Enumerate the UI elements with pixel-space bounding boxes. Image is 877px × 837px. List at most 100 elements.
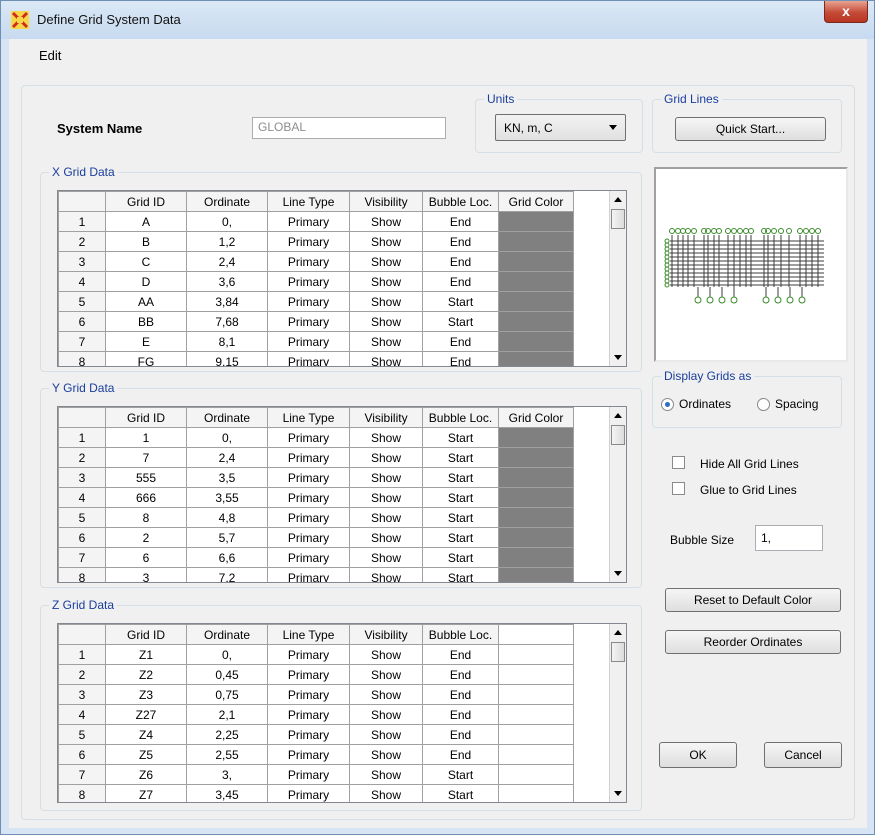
table-row[interactable]: 2 7 2,4 Primary Show Start <box>58 447 574 468</box>
line-type-cell[interactable]: Primary <box>267 644 350 665</box>
grid-id-cell[interactable]: B <box>105 231 187 252</box>
visibility-cell[interactable]: Show <box>349 211 423 232</box>
table-row[interactable]: 4 Z27 2,1 Primary Show End <box>58 704 574 725</box>
ordinate-cell[interactable]: 1,2 <box>186 231 268 252</box>
scroll-up-button[interactable] <box>610 191 626 208</box>
grid-id-cell[interactable]: E <box>105 331 187 352</box>
visibility-cell[interactable]: Show <box>349 684 423 705</box>
grid-color-cell[interactable] <box>498 547 574 568</box>
line-type-cell[interactable]: Primary <box>267 427 350 448</box>
col-header-visibility[interactable]: Visibility <box>349 191 423 212</box>
visibility-cell[interactable]: Show <box>349 507 423 528</box>
table-row[interactable]: 2 Z2 0,45 Primary Show End <box>58 664 574 685</box>
col-header-ordinate[interactable]: Ordinate <box>186 407 268 428</box>
col-header-grid-id[interactable]: Grid ID <box>105 191 187 212</box>
grid-id-cell[interactable]: BB <box>105 311 187 332</box>
visibility-cell[interactable]: Show <box>349 331 423 352</box>
col-header-grid-id[interactable]: Grid ID <box>105 407 187 428</box>
y-grid-scrollbar[interactable] <box>609 407 626 582</box>
grid-id-cell[interactable]: AA <box>105 291 187 312</box>
table-row[interactable]: 1 Z1 0, Primary Show End <box>58 644 574 665</box>
visibility-cell[interactable]: Show <box>349 784 423 802</box>
table-row[interactable]: 6 2 5,7 Primary Show Start <box>58 527 574 548</box>
table-row[interactable]: 8 Z7 3,45 Primary Show Start <box>58 784 574 802</box>
col-header-line-type[interactable]: Line Type <box>267 191 350 212</box>
visibility-cell[interactable]: Show <box>349 567 423 582</box>
col-header-bubble-loc[interactable]: Bubble Loc. <box>422 624 499 645</box>
grid-color-cell[interactable] <box>498 211 574 232</box>
reorder-ordinates-button[interactable]: Reorder Ordinates <box>665 630 841 654</box>
grid-id-cell[interactable]: Z3 <box>105 684 187 705</box>
ordinate-cell[interactable]: 2,55 <box>186 744 268 765</box>
table-row[interactable]: 7 Z6 3, Primary Show Start <box>58 764 574 785</box>
scroll-thumb[interactable] <box>611 425 625 445</box>
bubble-loc-cell[interactable]: Start <box>422 291 499 312</box>
bubble-loc-cell[interactable]: End <box>422 271 499 292</box>
ordinate-cell[interactable]: 2,25 <box>186 724 268 745</box>
table-row[interactable]: 1 1 0, Primary Show Start <box>58 427 574 448</box>
grid-color-cell[interactable] <box>498 447 574 468</box>
grid-id-cell[interactable]: 3 <box>105 567 187 582</box>
ordinate-cell[interactable]: 0, <box>186 211 268 232</box>
ordinate-cell[interactable]: 0,75 <box>186 684 268 705</box>
scroll-up-button[interactable] <box>610 624 626 641</box>
bubble-loc-cell[interactable]: Start <box>422 311 499 332</box>
scroll-down-button[interactable] <box>610 785 626 802</box>
grid-color-cell[interactable] <box>498 231 574 252</box>
spacing-label[interactable]: Spacing <box>775 397 818 411</box>
col-header-grid-color[interactable]: Grid Color <box>498 191 574 212</box>
line-type-cell[interactable]: Primary <box>267 271 350 292</box>
bubble-loc-cell[interactable]: End <box>422 331 499 352</box>
ordinate-cell[interactable]: 6,6 <box>186 547 268 568</box>
bubble-loc-cell[interactable]: End <box>422 644 499 665</box>
ordinate-cell[interactable]: 7,2 <box>186 567 268 582</box>
bubble-size-input[interactable]: 1, <box>755 525 823 551</box>
ordinate-cell[interactable]: 2,4 <box>186 447 268 468</box>
scroll-down-button[interactable] <box>610 349 626 366</box>
line-type-cell[interactable]: Primary <box>267 567 350 582</box>
visibility-cell[interactable]: Show <box>349 251 423 272</box>
line-type-cell[interactable]: Primary <box>267 351 350 366</box>
table-row[interactable]: 3 Z3 0,75 Primary Show End <box>58 684 574 705</box>
line-type-cell[interactable]: Primary <box>267 487 350 508</box>
ordinates-label[interactable]: Ordinates <box>679 397 731 411</box>
ordinate-cell[interactable]: 3,6 <box>186 271 268 292</box>
visibility-cell[interactable]: Show <box>349 311 423 332</box>
y-grid-table[interactable]: Grid ID Ordinate Line Type Visibility Bu… <box>57 406 627 583</box>
line-type-cell[interactable]: Primary <box>267 311 350 332</box>
grid-color-cell[interactable] <box>498 271 574 292</box>
grid-color-cell[interactable] <box>498 311 574 332</box>
line-type-cell[interactable]: Primary <box>267 664 350 685</box>
visibility-cell[interactable]: Show <box>349 744 423 765</box>
units-select[interactable]: KN, m, C <box>495 114 626 141</box>
scroll-down-button[interactable] <box>610 565 626 582</box>
visibility-cell[interactable]: Show <box>349 351 423 366</box>
table-row[interactable]: 6 BB 7,68 Primary Show Start <box>58 311 574 332</box>
grid-id-cell[interactable]: C <box>105 251 187 272</box>
ordinate-cell[interactable]: 3,5 <box>186 467 268 488</box>
grid-color-cell[interactable] <box>498 251 574 272</box>
visibility-cell[interactable]: Show <box>349 527 423 548</box>
table-row[interactable]: 3 555 3,5 Primary Show Start <box>58 467 574 488</box>
grid-id-cell[interactable]: Z4 <box>105 724 187 745</box>
grid-id-cell[interactable]: Z2 <box>105 664 187 685</box>
bubble-loc-cell[interactable]: End <box>422 724 499 745</box>
bubble-loc-cell[interactable]: End <box>422 684 499 705</box>
ordinate-cell[interactable]: 2,4 <box>186 251 268 272</box>
grid-color-cell[interactable] <box>498 567 574 582</box>
visibility-cell[interactable]: Show <box>349 547 423 568</box>
table-row[interactable]: 1 A 0, Primary Show End <box>58 211 574 232</box>
bubble-loc-cell[interactable]: Start <box>422 467 499 488</box>
line-type-cell[interactable]: Primary <box>267 211 350 232</box>
glue-to-grid-lines-label[interactable]: Glue to Grid Lines <box>700 483 797 497</box>
menu-edit[interactable]: Edit <box>39 48 61 63</box>
grid-id-cell[interactable]: 555 <box>105 467 187 488</box>
visibility-cell[interactable]: Show <box>349 704 423 725</box>
ordinate-cell[interactable]: 0, <box>186 427 268 448</box>
line-type-cell[interactable]: Primary <box>267 764 350 785</box>
grid-id-cell[interactable]: D <box>105 271 187 292</box>
bubble-loc-cell[interactable]: Start <box>422 764 499 785</box>
x-grid-scrollbar[interactable] <box>609 191 626 366</box>
visibility-cell[interactable]: Show <box>349 487 423 508</box>
line-type-cell[interactable]: Primary <box>267 251 350 272</box>
